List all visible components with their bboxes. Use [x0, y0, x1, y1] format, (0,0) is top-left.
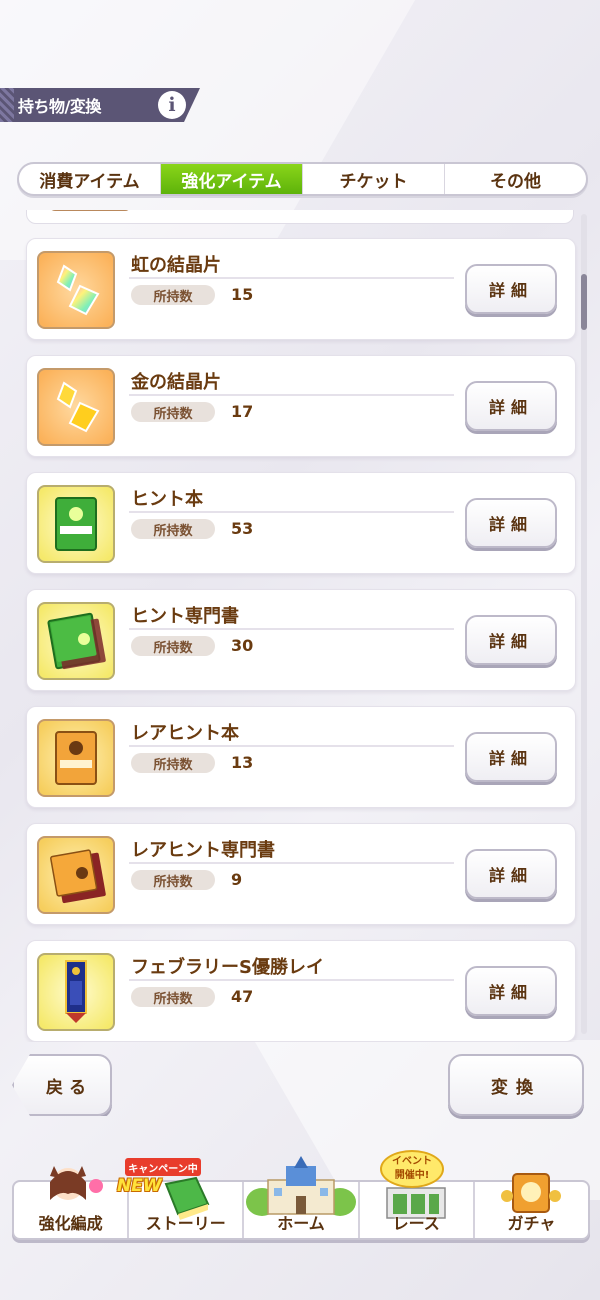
list-item: 虹の結晶片 所持数 15 詳細: [26, 238, 576, 340]
nav-home[interactable]: ホーム: [244, 1156, 360, 1238]
rainbow-crystal-icon: [37, 251, 115, 329]
item-count: 9: [231, 870, 243, 889]
detail-button[interactable]: 詳細: [465, 849, 557, 899]
list-item: ヒント専門書 所持数 30 詳細: [26, 589, 576, 691]
back-button[interactable]: 戻る: [12, 1054, 112, 1116]
hint-book-icon: [37, 485, 115, 563]
count-label: 所持数: [131, 753, 215, 773]
new-badge: NEW: [117, 1176, 162, 1196]
nav-label: ガチャ: [507, 1214, 556, 1233]
item-name: ヒント専門書: [131, 606, 239, 627]
item-list[interactable]: 虹の結晶片 所持数 15 詳細 金の結晶片 所持数 17 詳細 ヒント本 所持数…: [8, 210, 592, 1042]
item-name: ヒント本: [131, 489, 203, 510]
nav-label: 強化編成: [38, 1214, 103, 1233]
bottom-nav: 強化編成 ストーリー ホーム レース ガチャ: [12, 1156, 590, 1240]
count-label: 所持数: [131, 987, 215, 1007]
item-count: 47: [231, 987, 254, 1006]
scrollbar-track[interactable]: [581, 214, 587, 1034]
list-item: レアヒント本 所持数 13 詳細: [26, 706, 576, 808]
nav-label: レース: [392, 1214, 440, 1233]
count-label: 所持数: [131, 285, 215, 305]
count-label: 所持数: [131, 402, 215, 422]
item-count: 17: [231, 402, 254, 421]
detail-button[interactable]: 詳細: [465, 732, 557, 782]
detail-button[interactable]: 詳細: [465, 498, 557, 548]
convert-button[interactable]: 変換: [448, 1054, 584, 1116]
detail-button[interactable]: 詳細: [465, 966, 557, 1016]
list-item: 金の結晶片 所持数 17 詳細: [26, 355, 576, 457]
rare-hint-textbook-icon: [37, 836, 115, 914]
nav-enhance-formation[interactable]: 強化編成: [14, 1166, 130, 1238]
count-label: 所持数: [131, 519, 215, 539]
list-item: レアヒント専門書 所持数 9 詳細: [26, 823, 576, 925]
gold-crystal-icon: [37, 368, 115, 446]
item-category-tabs: 消費アイテム 強化アイテム チケット その他: [17, 162, 588, 196]
item-count: 13: [231, 753, 254, 772]
item-count: 15: [231, 285, 254, 304]
nav-label: ホーム: [277, 1214, 325, 1233]
list-item-partial: [26, 210, 574, 224]
detail-button[interactable]: 詳細: [465, 264, 557, 314]
nav-gacha[interactable]: ガチャ: [475, 1173, 588, 1238]
campaign-badge: キャンペーン中: [125, 1158, 201, 1176]
event-badge: イベント 開催中!: [380, 1150, 444, 1188]
item-count: 53: [231, 519, 254, 538]
info-button[interactable]: i: [158, 91, 186, 119]
item-name: フェブラリーS優勝レイ: [131, 957, 324, 978]
detail-button[interactable]: 詳細: [465, 381, 557, 431]
item-name: 金の結晶片: [131, 372, 221, 393]
hint-textbook-icon: [37, 602, 115, 680]
list-item: フェブラリーS優勝レイ 所持数 47 詳細: [26, 940, 576, 1042]
tab-other[interactable]: その他: [445, 164, 586, 194]
page-title: 持ち物/変換: [18, 97, 101, 116]
event-badge-line1: イベント: [392, 1156, 432, 1167]
list-item: ヒント本 所持数 53 詳細: [26, 472, 576, 574]
nav-label: ストーリー: [145, 1214, 226, 1233]
item-count: 30: [231, 636, 254, 655]
tab-consumables[interactable]: 消費アイテム: [19, 164, 161, 194]
scrollbar-thumb[interactable]: [581, 274, 587, 330]
tab-tickets[interactable]: チケット: [303, 164, 445, 194]
nav-race[interactable]: レース: [360, 1182, 475, 1238]
count-label: 所持数: [131, 870, 215, 890]
item-name: レアヒント本: [131, 723, 239, 744]
tab-enhancement[interactable]: 強化アイテム: [161, 164, 303, 194]
item-name: 虹の結晶片: [131, 255, 221, 276]
event-badge-line2: 開催中!: [394, 1170, 430, 1181]
count-label: 所持数: [131, 636, 215, 656]
winner-lei-icon: [37, 953, 115, 1031]
item-name: レアヒント専門書: [131, 840, 275, 861]
detail-button[interactable]: 詳細: [465, 615, 557, 665]
rare-hint-book-icon: [37, 719, 115, 797]
